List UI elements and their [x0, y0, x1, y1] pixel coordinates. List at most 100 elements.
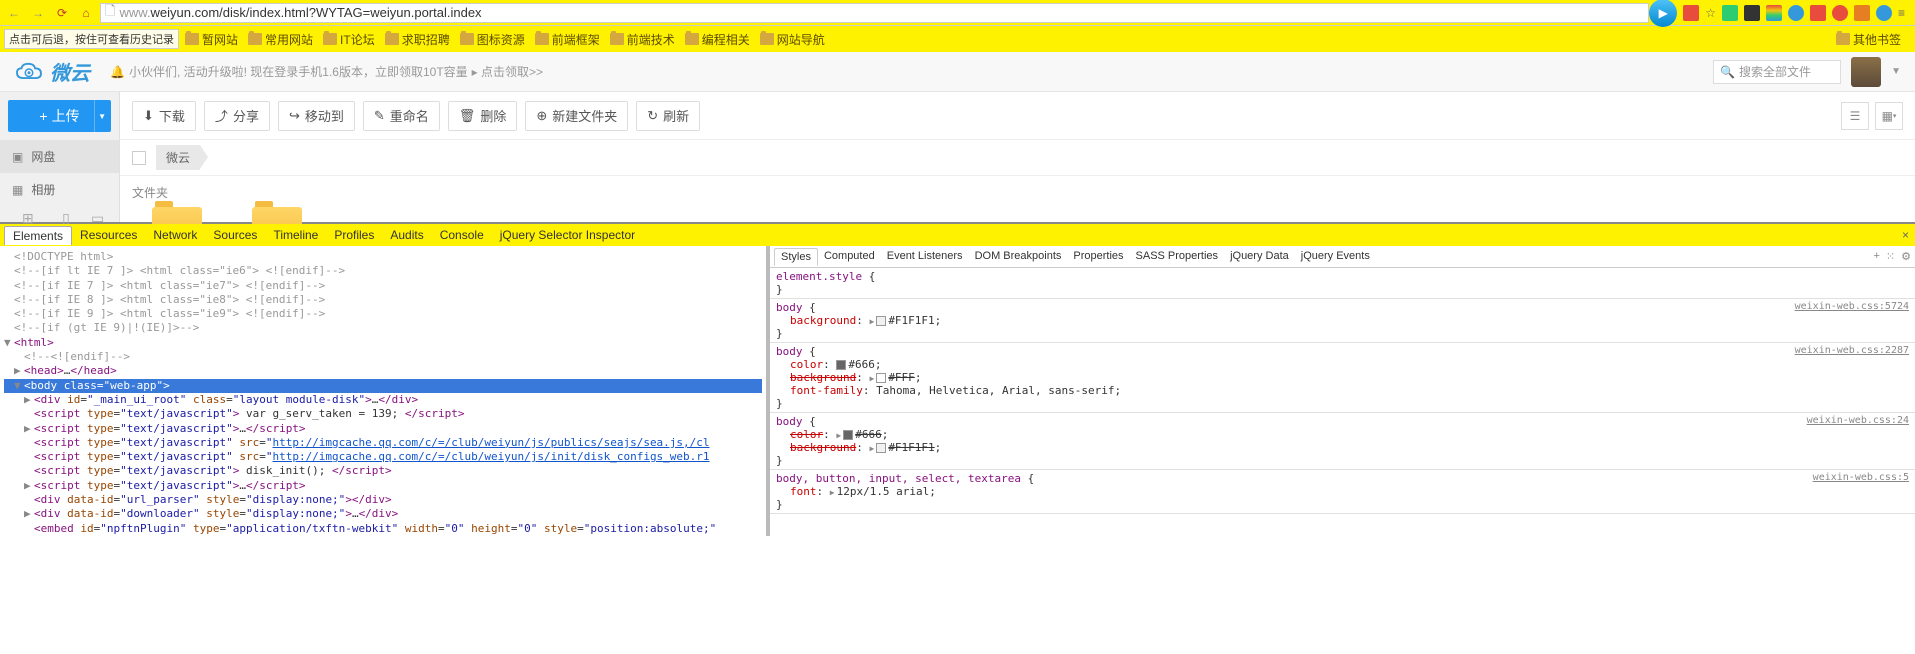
close-icon[interactable]: × [1902, 228, 1909, 242]
star-icon[interactable]: ☆ [1705, 6, 1716, 20]
breadcrumb: 微云 [120, 140, 1915, 176]
devtools-tab[interactable]: Resources [72, 226, 145, 245]
breadcrumb-root[interactable]: 微云 [156, 145, 200, 170]
ext-icon[interactable] [1876, 5, 1892, 21]
bell-icon: 🔔 [110, 65, 125, 79]
toggle-state-icon[interactable]: ⁙ [1886, 250, 1895, 263]
ext-icon[interactable] [1832, 5, 1848, 21]
ext-icon[interactable] [1854, 5, 1870, 21]
new-rule-icon[interactable]: + [1873, 250, 1879, 263]
grid-view-button[interactable]: ▦▾ [1875, 102, 1903, 130]
ext-icon[interactable] [1722, 5, 1738, 21]
styles-tab[interactable]: Styles [774, 248, 818, 266]
delete-button[interactable]: 🗑删除 [448, 101, 518, 131]
bookmark-item[interactable]: 暂网站 [185, 31, 238, 48]
select-all-checkbox[interactable] [132, 151, 146, 165]
ext-icon[interactable] [1744, 5, 1760, 21]
style-source-link[interactable]: weixin-web.css:5724 [1795, 301, 1909, 312]
plus-icon: + [39, 108, 47, 124]
avatar[interactable] [1851, 57, 1881, 87]
devtools-tab[interactable]: Profiles [326, 226, 382, 245]
devtools-tab[interactable]: Network [145, 226, 205, 245]
styles-tab[interactable]: jQuery Data [1224, 248, 1295, 265]
move-button[interactable]: ↪移动到 [278, 101, 355, 131]
notice-link[interactable]: ▸ 点击领取>> [472, 63, 543, 80]
style-source-link[interactable]: weixin-web.css:2287 [1795, 345, 1909, 356]
cloud-icon [14, 61, 44, 83]
folder-icon [248, 33, 262, 45]
browser-toolbar: ← → ⟳ ⌂ 🗋 www.weiyun.com/disk/index.html… [0, 0, 1915, 26]
upload-button[interactable]: + 上传 ▼ [8, 100, 111, 132]
bookmark-item[interactable]: 前端技术 [610, 31, 675, 48]
sidebar-item-disk[interactable]: ▣ 网盘 [0, 140, 119, 173]
style-rule[interactable]: weixin-web.css:5724body {background: ▶#F… [770, 299, 1915, 343]
style-rule[interactable]: element.style {} [770, 268, 1915, 299]
other-bookmarks[interactable]: 其他书签 [1836, 31, 1901, 48]
styles-tab[interactable]: SASS Properties [1130, 248, 1225, 265]
bookmarks-bar: 点击可后退，按住可查看历史记录 暂网站常用网站 IT论坛求职招聘图标资源前端框架前… [0, 26, 1915, 52]
devtools-tab[interactable]: Sources [205, 226, 265, 245]
share-button[interactable]: ⤴分享 [204, 101, 270, 131]
devtools: ElementsResourcesNetworkSourcesTimelineP… [0, 222, 1915, 536]
ext-icon[interactable] [1766, 5, 1782, 21]
devtools-tabs: ElementsResourcesNetworkSourcesTimelineP… [0, 224, 1915, 246]
style-rule[interactable]: weixin-web.css:2287body {color: #666;bac… [770, 343, 1915, 413]
bookmark-item[interactable]: 前端框架 [535, 31, 600, 48]
style-rule[interactable]: weixin-web.css:5body, button, input, sel… [770, 470, 1915, 514]
main-area: ⬇下载 ⤴分享 ↪移动到 ✎重命名 🗑删除 ⊕新建文件夹 ↻刷新 ☰ ▦▾ 微云… [120, 92, 1915, 222]
forward-button[interactable]: → [28, 3, 48, 23]
devtools-tab[interactable]: Elements [4, 226, 72, 245]
devtools-tab[interactable]: Console [432, 226, 492, 245]
bookmark-item[interactable]: IT论坛 [323, 31, 375, 48]
folder-icon [323, 33, 337, 45]
devtools-tab[interactable]: jQuery Selector Inspector [492, 226, 643, 245]
folder-plus-icon: ⊕ [536, 108, 547, 124]
history-tooltip: 点击可后退，按住可查看历史记录 [4, 29, 179, 49]
menu-icon[interactable]: ≡ [1898, 6, 1905, 20]
styles-tab[interactable]: jQuery Events [1295, 248, 1376, 265]
folder-icon [760, 33, 774, 45]
style-rule[interactable]: weixin-web.css:24body {color: ▶#666;back… [770, 413, 1915, 470]
home-button[interactable]: ⌂ [76, 3, 96, 23]
ext-icon[interactable] [1683, 5, 1699, 21]
play-icon[interactable]: ▶ [1649, 0, 1677, 27]
style-source-link[interactable]: weixin-web.css:24 [1807, 415, 1909, 426]
back-button[interactable]: ← [4, 3, 24, 23]
search-input[interactable]: 🔍 搜索全部文件 [1713, 60, 1841, 84]
bookmark-item[interactable]: 图标资源 [460, 31, 525, 48]
url-bar[interactable]: 🗋 www.weiyun.com/disk/index.html?WYTAG=w… [100, 3, 1649, 23]
folder-icon [460, 33, 474, 45]
reload-button[interactable]: ⟳ [52, 3, 72, 23]
styles-tab[interactable]: DOM Breakpoints [969, 248, 1068, 265]
bookmark-item[interactable]: 编程相关 [685, 31, 750, 48]
list-view-button[interactable]: ☰ [1841, 102, 1869, 130]
bookmark-item[interactable]: 常用网站 [248, 31, 313, 48]
notice-bar: 🔔 小伙伴们, 活动升级啦! 现在登录手机1.6版本，立即领取10T容量 ▸ 点… [110, 63, 543, 80]
search-icon: 🔍 [1720, 65, 1735, 79]
download-button[interactable]: ⬇下载 [132, 101, 196, 131]
new-folder-button[interactable]: ⊕新建文件夹 [525, 101, 628, 131]
styles-tab[interactable]: Properties [1067, 248, 1129, 265]
ext-icon[interactable] [1788, 5, 1804, 21]
chevron-down-icon[interactable]: ▼ [98, 112, 106, 121]
style-source-link[interactable]: weixin-web.css:5 [1813, 472, 1909, 483]
elements-panel[interactable]: <!DOCTYPE html><!--[if lt IE 7 ]> <html … [0, 246, 766, 536]
folder-icon [535, 33, 549, 45]
chevron-down-icon[interactable]: ▼ [1891, 66, 1901, 77]
refresh-button[interactable]: ↻刷新 [636, 101, 700, 131]
gear-icon[interactable]: ⚙ [1901, 250, 1911, 263]
devtools-tab[interactable]: Audits [382, 226, 431, 245]
styles-tab[interactable]: Computed [818, 248, 881, 265]
styles-tab[interactable]: Event Listeners [881, 248, 969, 265]
sidebar-item-album[interactable]: ▦ 相册 [0, 173, 119, 206]
ext-icon[interactable] [1810, 5, 1826, 21]
rename-button[interactable]: ✎重命名 [363, 101, 440, 131]
bookmark-item[interactable]: 求职招聘 [385, 31, 450, 48]
move-icon: ↪ [289, 108, 300, 124]
devtools-tab[interactable]: Timeline [265, 226, 326, 245]
logo[interactable]: 微云 [14, 57, 90, 86]
folder-icon [1836, 33, 1850, 45]
extension-icons: ☆ ≡ [1677, 5, 1911, 21]
bookmark-item[interactable]: 网站导航 [760, 31, 825, 48]
edit-icon: ✎ [374, 108, 385, 124]
